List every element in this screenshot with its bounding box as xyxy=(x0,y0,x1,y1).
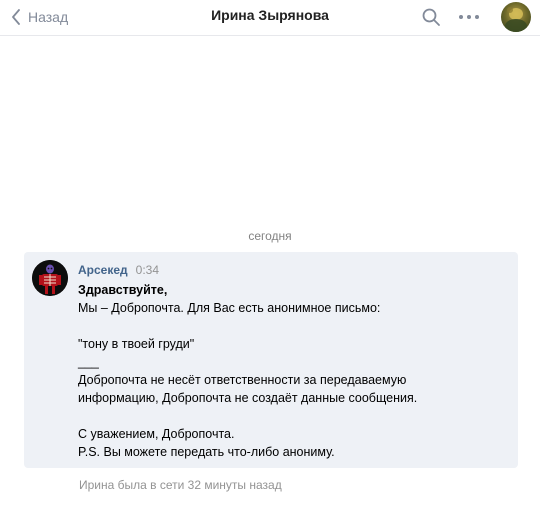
chevron-left-icon xyxy=(8,6,24,28)
message-text: Здравствуйте, Мы – Добропочта. Для Вас е… xyxy=(78,281,498,461)
message-header: Арсекед 0:34 xyxy=(78,263,159,277)
more-actions-button[interactable] xyxy=(457,6,481,28)
message-author[interactable]: Арсекед xyxy=(78,263,128,277)
message-bubble: Арсекед 0:34 Здравствуйте, Мы – Добропоч… xyxy=(24,252,518,468)
chat-window: Назад Ирина Зырянова сегодня Арсекед 0:3… xyxy=(0,0,540,511)
message-line: ___ xyxy=(78,355,99,369)
message-line: С уважением, Добропочта. xyxy=(78,427,235,441)
chat-title[interactable]: Ирина Зырянова xyxy=(170,7,370,23)
message-line: Мы – Добропочта. Для Вас есть анонимное … xyxy=(78,301,381,315)
online-status: Ирина была в сети 32 минуты назад xyxy=(79,478,282,492)
message-line: информацию, Добропочта не создаёт данные… xyxy=(78,391,418,405)
message-line xyxy=(78,407,498,425)
date-separator: сегодня xyxy=(248,229,292,243)
message-line xyxy=(78,317,498,335)
more-dots-icon xyxy=(457,15,481,32)
back-label: Назад xyxy=(28,9,69,25)
search-icon xyxy=(420,8,442,32)
back-button[interactable]: Назад xyxy=(8,6,68,28)
skeleton-avatar-icon xyxy=(32,260,68,296)
search-button[interactable] xyxy=(420,6,442,28)
message-time[interactable]: 0:34 xyxy=(136,263,159,277)
message-line: Добропочта не несёт ответственности за п… xyxy=(78,373,407,387)
chat-header: Назад Ирина Зырянова xyxy=(0,0,540,36)
message-line: "тону в твоей груди" xyxy=(78,337,195,351)
author-avatar[interactable] xyxy=(32,260,68,296)
avatar-photo-icon xyxy=(505,7,527,32)
message-line: Здравствуйте, xyxy=(78,283,168,297)
message-line: P.S. Вы можете передать что-либо анониму… xyxy=(78,445,335,459)
contact-avatar[interactable] xyxy=(501,2,531,32)
